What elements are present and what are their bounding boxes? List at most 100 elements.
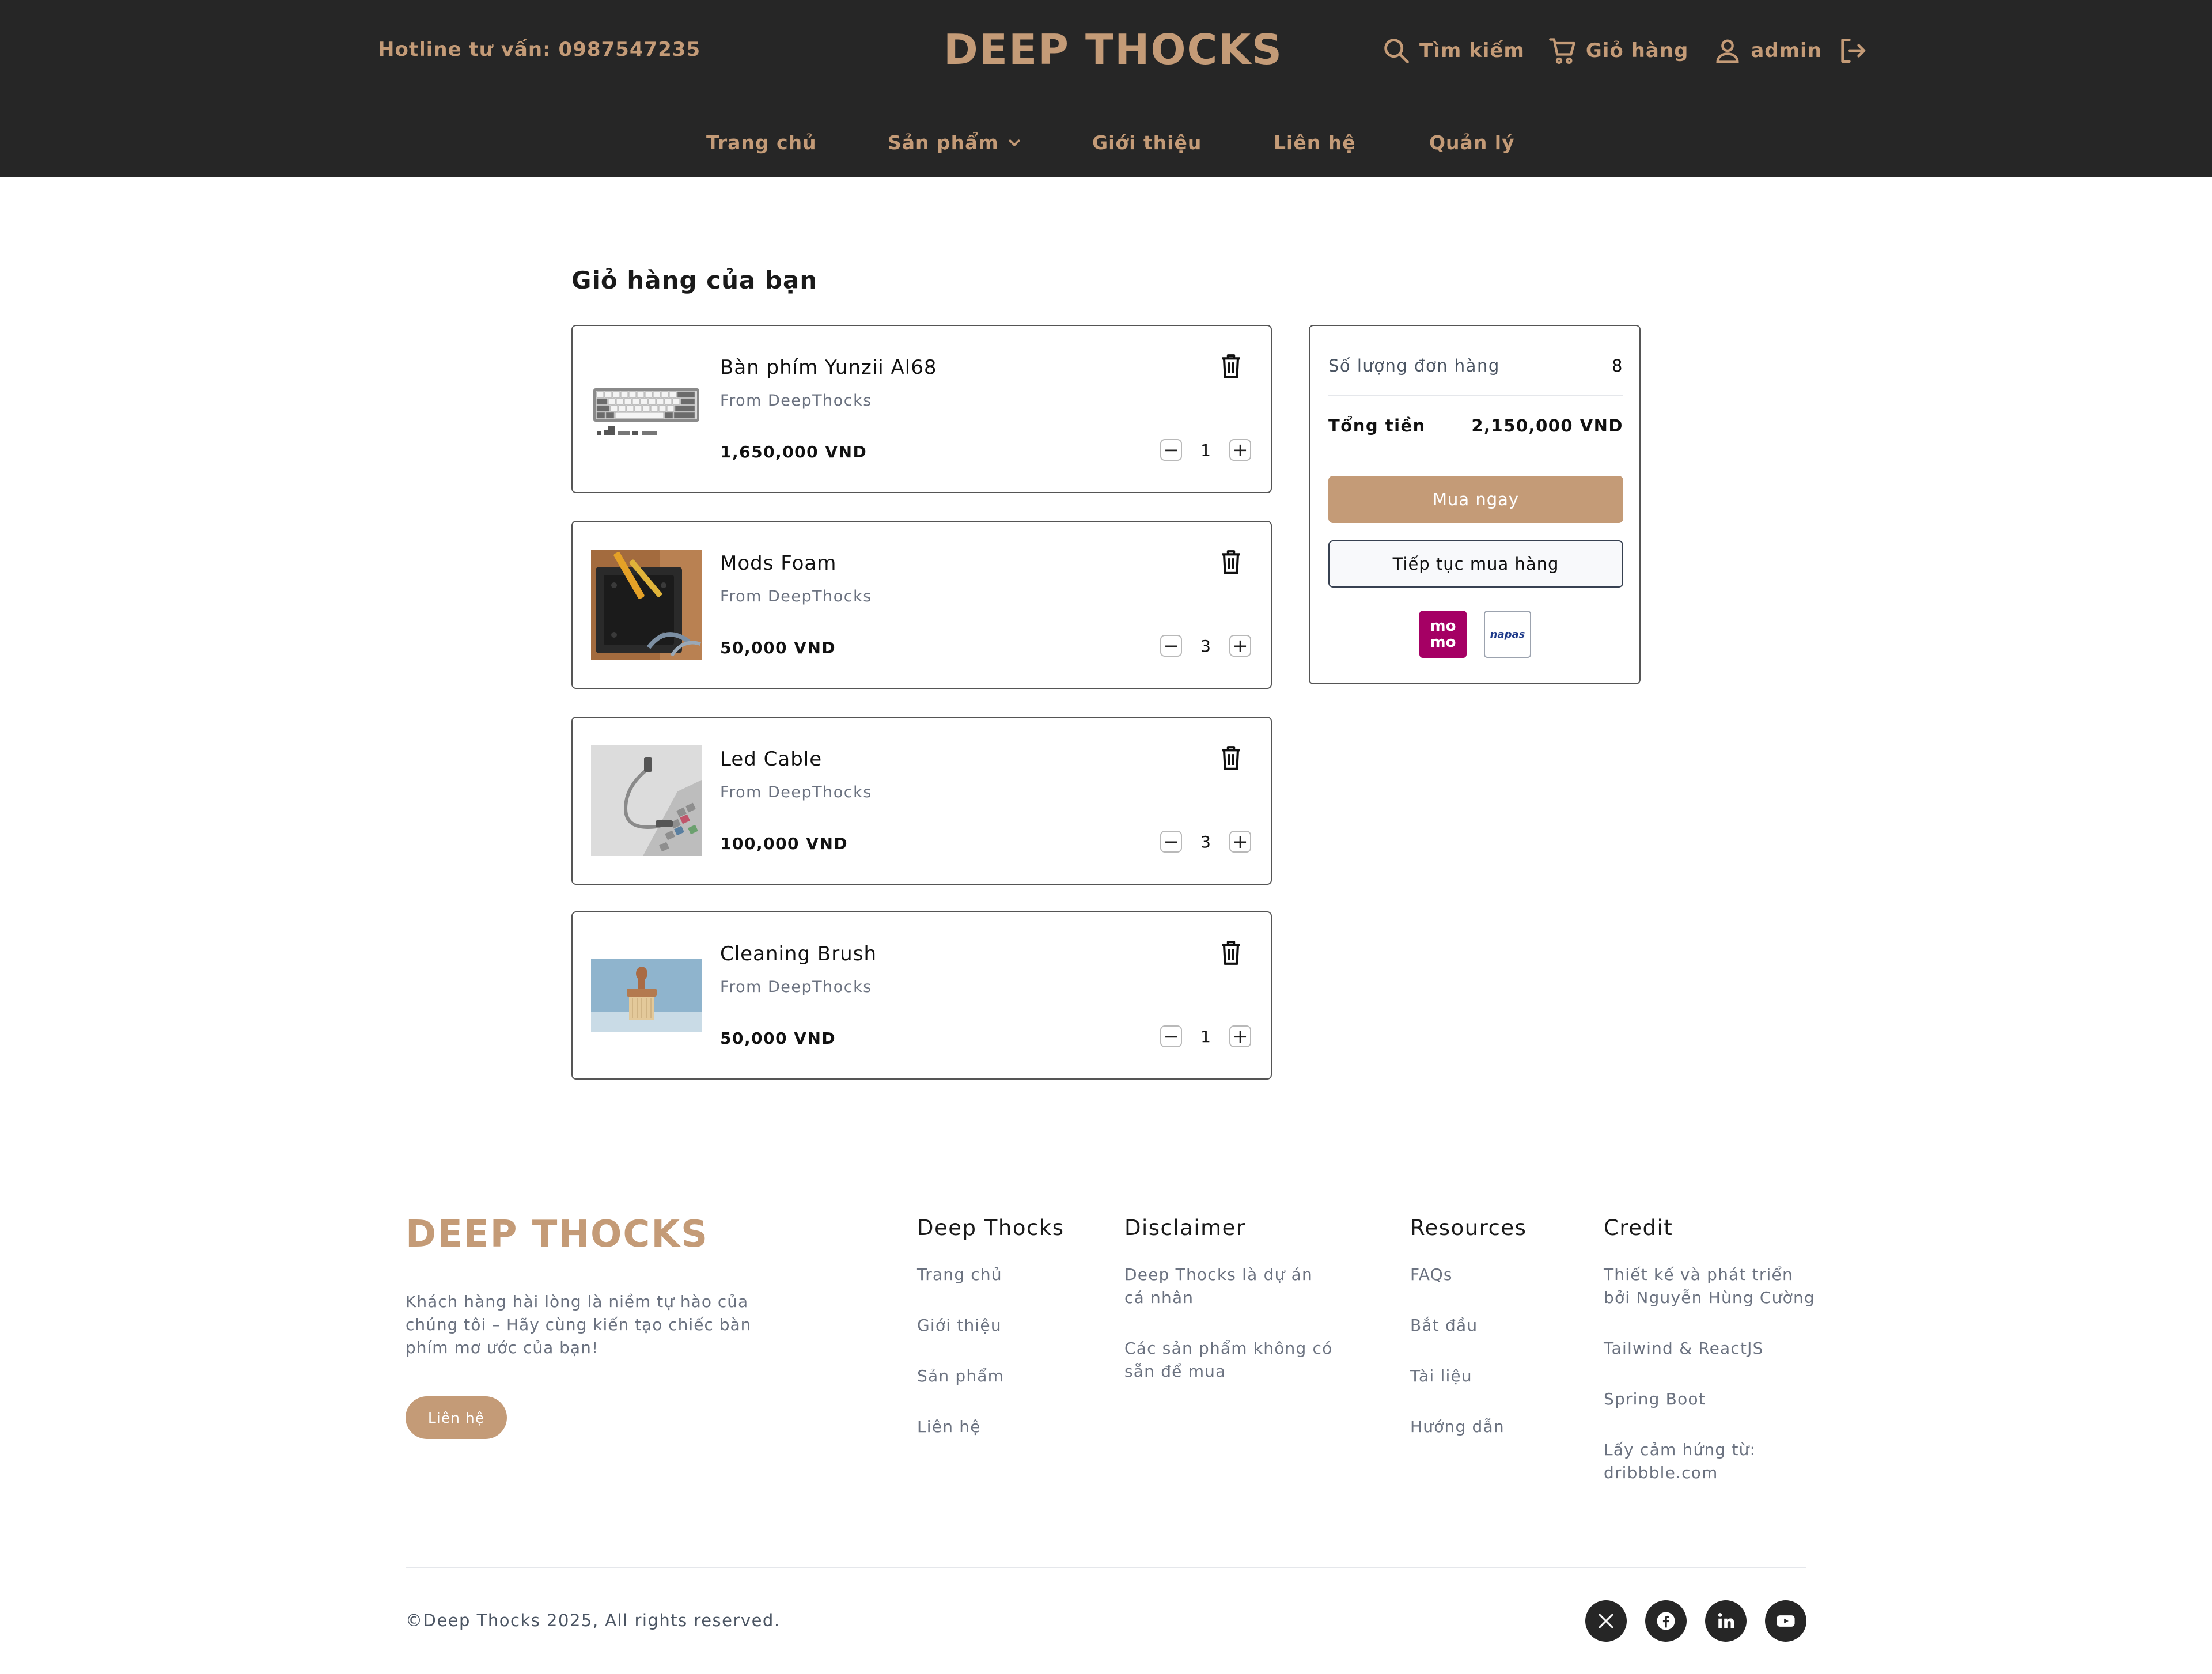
- order-total-value: 2,150,000 VND: [1471, 416, 1623, 435]
- continue-shopping-button[interactable]: Tiếp tục mua hàng: [1328, 540, 1623, 588]
- quantity-increase-button[interactable]: +: [1229, 439, 1251, 461]
- quantity-decrease-button[interactable]: −: [1160, 635, 1182, 657]
- quantity-decrease-button[interactable]: −: [1160, 831, 1182, 853]
- product-vendor: From DeepThocks: [720, 588, 872, 605]
- cart-item: Cleaning Brush From DeepThocks 50,000 VN…: [571, 911, 1272, 1080]
- order-count-value: 8: [1612, 356, 1623, 376]
- quantity-value: 3: [1200, 636, 1211, 656]
- footer-column-heading: Resources: [1410, 1215, 1527, 1240]
- quantity-stepper: − 3 +: [1160, 635, 1251, 657]
- site-logo[interactable]: DEEP THOCKS: [944, 25, 1283, 74]
- quantity-value: 3: [1200, 832, 1211, 851]
- footer-logo[interactable]: DEEP THOCKS: [406, 1213, 709, 1256]
- facebook-icon: [1657, 1612, 1675, 1630]
- footer-link-products[interactable]: Sản phẩm: [917, 1365, 1067, 1388]
- quantity-stepper: − 3 +: [1160, 831, 1251, 853]
- product-image-brush[interactable]: [591, 959, 702, 1032]
- footer-link-contact[interactable]: Liên hệ: [917, 1415, 1067, 1438]
- hotline: Hotline tư vấn: 0987547235: [378, 38, 700, 61]
- cart-button[interactable]: Giỏ hàng: [1548, 36, 1688, 66]
- quantity-increase-button[interactable]: +: [1229, 831, 1251, 853]
- momo-text-line2: mo: [1430, 634, 1456, 651]
- footer-column-credit: Credit Thiết kế và phát triển bởi Nguyễn…: [1604, 1215, 1823, 1512]
- facebook-social-button[interactable]: [1645, 1600, 1687, 1642]
- order-total-label: Tổng tiền: [1328, 416, 1426, 435]
- copyright: ©Deep Thocks 2025, All rights reserved.: [406, 1611, 781, 1630]
- trash-icon[interactable]: [1219, 939, 1243, 967]
- quantity-stepper: − 1 +: [1160, 1025, 1251, 1047]
- footer-column-heading: Disclaimer: [1124, 1215, 1246, 1240]
- product-name[interactable]: Led Cable: [720, 748, 822, 771]
- footer-column-resources: Resources FAQs Bắt đầu Tài liệu Hướng dẫ…: [1410, 1215, 1560, 1466]
- nav-item-products[interactable]: Sản phẩm: [888, 131, 1023, 154]
- x-social-button[interactable]: [1585, 1600, 1627, 1642]
- hotline-number[interactable]: 0987547235: [559, 38, 701, 61]
- chevron-down-icon: [1009, 139, 1020, 146]
- product-vendor: From DeepThocks: [720, 783, 872, 801]
- napas-text: napas: [1490, 628, 1525, 641]
- footer-column-disclaimer: Disclaimer Deep Thocks là dự án cá nhân …: [1124, 1215, 1338, 1411]
- youtube-social-button[interactable]: [1765, 1600, 1806, 1642]
- search-icon: [1384, 39, 1409, 63]
- footer-text-spring-boot: Spring Boot: [1604, 1389, 1706, 1408]
- trash-icon[interactable]: [1219, 744, 1243, 772]
- summary-divider: [1328, 395, 1623, 396]
- product-vendor: From DeepThocks: [720, 978, 872, 996]
- logout-icon: [1841, 39, 1866, 63]
- product-name[interactable]: Bàn phím Yunzii Al68: [720, 356, 937, 379]
- footer-link-getting-started[interactable]: Bắt đầu: [1410, 1314, 1560, 1337]
- x-icon: [1599, 1614, 1613, 1628]
- footer-link-faqs[interactable]: FAQs: [1410, 1263, 1560, 1286]
- product-price: 1,650,000 VND: [720, 442, 868, 461]
- youtube-icon: [1777, 1615, 1795, 1627]
- trash-icon[interactable]: [1219, 353, 1243, 380]
- cart-item: Bàn phím Yunzii Al68 From DeepThocks 1,6…: [571, 325, 1272, 493]
- footer-column-deep-thocks: Deep Thocks Trang chủ Giới thiệu Sản phẩ…: [917, 1215, 1067, 1466]
- product-image-keyboard[interactable]: [591, 386, 702, 441]
- logout-button[interactable]: [1836, 35, 1876, 67]
- footer-text-personal-project: Deep Thocks là dự án cá nhân: [1124, 1265, 1313, 1307]
- product-image-cable[interactable]: [591, 745, 702, 856]
- quantity-increase-button[interactable]: +: [1229, 635, 1251, 657]
- footer-description: Khách hàng hài lòng là niềm tự hào của c…: [406, 1292, 752, 1357]
- page-title: Giỏ hàng của bạn: [571, 266, 818, 294]
- product-name[interactable]: Mods Foam: [720, 552, 836, 575]
- quantity-decrease-button[interactable]: −: [1160, 439, 1182, 461]
- footer-contact-button[interactable]: Liên hệ: [406, 1396, 507, 1439]
- product-image-foam[interactable]: [591, 550, 702, 660]
- footer-link-docs[interactable]: Tài liệu: [1410, 1365, 1560, 1388]
- product-price: 100,000 VND: [720, 834, 849, 853]
- footer-link-home[interactable]: Trang chủ: [917, 1263, 1067, 1286]
- cart-label: Giỏ hàng: [1585, 39, 1689, 62]
- site-header: Hotline tư vấn: 0987547235 DEEP THOCKS T…: [0, 0, 2212, 177]
- momo-payment-logo[interactable]: mo mo: [1419, 611, 1467, 658]
- cart-item: Mods Foam From DeepThocks 50,000 VND − 3…: [571, 521, 1272, 689]
- header-actions: Tìm kiếm Giỏ hàng admin: [1381, 33, 1876, 68]
- nav-item-about[interactable]: Giới thiệu: [1092, 131, 1202, 154]
- cart-icon: [1549, 38, 1575, 64]
- user-label: admin: [1751, 39, 1822, 62]
- product-name[interactable]: Cleaning Brush: [720, 942, 877, 965]
- order-summary: Số lượng đơn hàng 8 Tổng tiền 2,150,000 …: [1309, 325, 1641, 684]
- buy-now-button[interactable]: Mua ngay: [1328, 476, 1623, 523]
- quantity-increase-button[interactable]: +: [1229, 1025, 1251, 1047]
- nav-item-admin[interactable]: Quản lý: [1429, 131, 1515, 154]
- search-label: Tìm kiếm: [1419, 39, 1525, 62]
- quantity-decrease-button[interactable]: −: [1160, 1025, 1182, 1047]
- search-button[interactable]: Tìm kiếm: [1381, 36, 1525, 66]
- napas-payment-logo[interactable]: napas: [1484, 611, 1531, 658]
- trash-icon[interactable]: [1219, 548, 1243, 576]
- footer-link-about[interactable]: Giới thiệu: [917, 1314, 1067, 1337]
- order-count-row: Số lượng đơn hàng 8: [1328, 356, 1623, 376]
- footer-link-guides[interactable]: Hướng dẫn: [1410, 1415, 1560, 1438]
- main-nav: Trang chủ Sản phẩm Giới thiệu Liên hệ Qu…: [0, 131, 2212, 160]
- footer-text-not-for-sale: Các sản phẩm không có sẵn để mua: [1124, 1339, 1333, 1381]
- quantity-value: 1: [1200, 1027, 1211, 1046]
- footer-link-inspiration[interactable]: Lấy cảm hứng từ: dribbble.com: [1604, 1438, 1823, 1484]
- linkedin-social-button[interactable]: [1705, 1600, 1747, 1642]
- momo-text-line1: mo: [1430, 618, 1456, 635]
- product-vendor: From DeepThocks: [720, 392, 872, 410]
- user-account-button[interactable]: admin: [1713, 36, 1822, 66]
- nav-item-contact[interactable]: Liên hệ: [1274, 131, 1356, 154]
- nav-item-home[interactable]: Trang chủ: [706, 131, 817, 154]
